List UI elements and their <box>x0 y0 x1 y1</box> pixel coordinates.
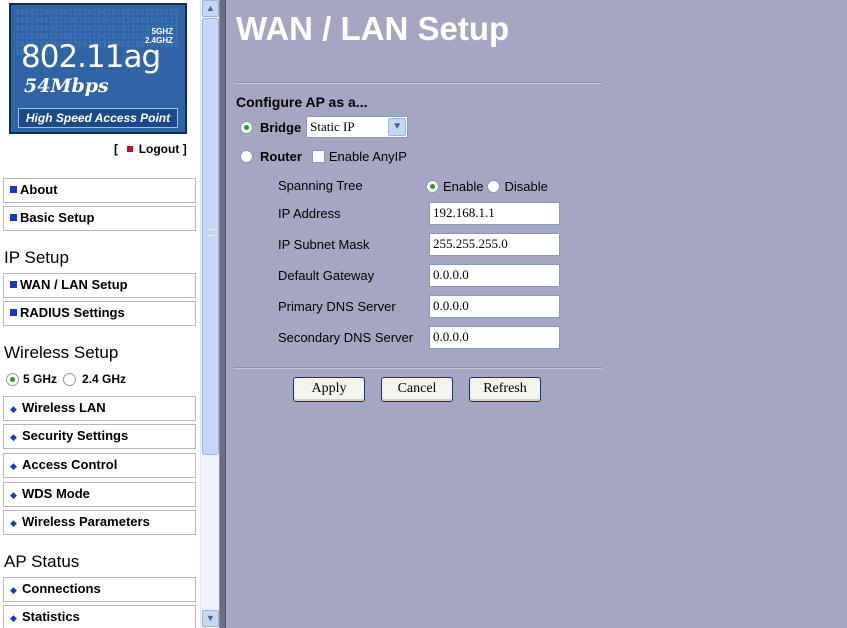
scroll-down-icon[interactable]: ▼ <box>202 610 219 627</box>
default-gateway-input[interactable]: 0.0.0.0 <box>429 264 560 287</box>
scrollbar-thumb[interactable] <box>202 18 219 455</box>
bridge-row: Bridge Static IP ▼ <box>240 116 409 138</box>
page-title: WAN / LAN Setup <box>236 10 510 47</box>
nav-connections-label: Connections <box>22 581 101 596</box>
mode-bridge-label: Bridge <box>260 119 302 135</box>
section-ap-status: AP Status <box>4 552 80 571</box>
router-row: Router Enable AnyIP <box>240 149 407 164</box>
wireless-wave-icon: ◆ <box>10 585 17 595</box>
nav-wds-mode[interactable]: ◆ WDS Mode <box>3 482 196 507</box>
nav-connections[interactable]: ◆ Connections <box>3 577 196 602</box>
nav-basic-setup[interactable]: Basic Setup <box>3 206 196 231</box>
spanning-tree-options: Enable Disable <box>426 179 548 194</box>
bridge-ip-mode-select[interactable]: Static IP ▼ <box>306 116 409 138</box>
subnet-mask-label: IP Subnet Mask <box>278 237 370 252</box>
product-logo: 0100110001011010100101001011010110010100… <box>9 3 187 134</box>
enable-anyip-checkbox[interactable] <box>311 150 325 163</box>
section-ip-setup: IP Setup <box>4 248 69 267</box>
nav-about-label: About <box>20 182 58 197</box>
ip-address-label: IP Address <box>278 206 341 221</box>
default-gateway-label: Default Gateway <box>278 268 375 283</box>
main-content: WAN / LAN Setup Configure AP as a... Bri… <box>226 0 847 628</box>
wireless-wave-icon: ◆ <box>10 613 17 623</box>
chevron-down-icon: ▼ <box>388 118 407 136</box>
divider-top <box>234 82 602 84</box>
enable-anyip-label: Enable AnyIP <box>328 149 407 164</box>
spanning-disable-radio[interactable] <box>487 180 501 193</box>
section-wireless-setup: Wireless Setup <box>4 343 119 362</box>
mode-router-radio[interactable] <box>240 150 253 163</box>
mode-bridge-radio[interactable] <box>240 120 253 134</box>
scroll-up-icon[interactable]: ▲ <box>202 0 219 17</box>
wireless-wave-icon: ◆ <box>10 404 17 414</box>
secondary-dns-label: Secondary DNS Server <box>278 330 414 345</box>
logo-speed: 54Mbps <box>24 75 109 97</box>
nav-wireless-lan[interactable]: ◆ Wireless LAN <box>3 396 196 421</box>
wireless-wave-icon: ◆ <box>10 432 17 442</box>
band-24ghz-label: 2.4 GHz <box>82 372 127 386</box>
nav-wan-lan-setup-label: WAN / LAN Setup <box>20 277 128 292</box>
nav-statistics[interactable]: ◆ Statistics <box>3 605 196 628</box>
nav-security-settings[interactable]: ◆ Security Settings <box>3 424 196 449</box>
wireless-wave-icon: ◆ <box>10 461 17 471</box>
secondary-dns-input[interactable]: 0.0.0.0 <box>429 326 560 349</box>
nav-radius-settings-label: RADIUS Settings <box>20 305 125 320</box>
nav-access-control-label: Access Control <box>22 457 118 472</box>
spanning-tree-label: Spanning Tree <box>278 178 363 193</box>
refresh-button[interactable]: Refresh <box>469 377 541 402</box>
apply-button[interactable]: Apply <box>293 377 365 402</box>
nav-basic-setup-label: Basic Setup <box>20 210 95 225</box>
divider-bottom <box>234 367 602 369</box>
subnet-mask-input[interactable]: 255.255.255.0 <box>429 233 560 256</box>
nav-statistics-label: Statistics <box>22 609 80 624</box>
logo-model: 802.11ag <box>21 39 161 75</box>
band-24ghz-radio[interactable] <box>63 372 77 386</box>
band-5ghz-label: 5 GHz <box>23 372 58 386</box>
sidebar-scrollbar[interactable]: ▲ ▼ <box>200 0 219 628</box>
square-bullet-icon <box>10 281 17 288</box>
nav-about[interactable]: About <box>3 178 196 203</box>
nav-wan-lan-setup[interactable]: WAN / LAN Setup <box>3 273 196 298</box>
ip-address-input[interactable]: 192.168.1.1 <box>429 202 560 225</box>
nav-radius-settings[interactable]: RADIUS Settings <box>3 301 196 326</box>
nav-wireless-parameters-label: Wireless Parameters <box>22 514 150 529</box>
sidebar: 0100110001011010100101001011010110010100… <box>0 0 200 628</box>
logo-subtitle: High Speed Access Point <box>18 108 178 128</box>
logout-link[interactable]: [ Logout ] <box>114 142 187 156</box>
primary-dns-label: Primary DNS Server <box>278 299 396 314</box>
logout-bracket-close: ] <box>182 142 187 156</box>
primary-dns-input[interactable]: 0.0.0.0 <box>429 295 560 318</box>
nav-wireless-parameters[interactable]: ◆ Wireless Parameters <box>3 510 196 535</box>
spanning-enable-label: Enable <box>443 179 484 194</box>
spanning-disable-label: Disable <box>504 179 548 194</box>
config-title: Configure AP as a... <box>236 94 368 110</box>
cancel-button[interactable]: Cancel <box>381 377 453 402</box>
logout-marker-icon <box>127 146 134 152</box>
nav-wds-mode-label: WDS Mode <box>22 486 90 501</box>
spanning-enable-radio[interactable] <box>426 180 439 193</box>
wireless-wave-icon: ◆ <box>10 518 17 528</box>
mode-router-label: Router <box>260 149 302 164</box>
logout-label: Logout <box>138 142 180 156</box>
square-bullet-icon <box>10 186 17 193</box>
square-bullet-icon <box>10 309 17 316</box>
logout-bracket-open: [ <box>114 142 118 156</box>
band-5ghz-radio[interactable] <box>6 372 19 386</box>
bridge-ip-mode-value: Static IP <box>310 119 355 134</box>
scroll-grip-icon <box>208 229 214 236</box>
nav-wireless-lan-label: Wireless LAN <box>22 400 106 415</box>
nav-access-control[interactable]: ◆ Access Control <box>3 453 196 478</box>
square-bullet-icon <box>10 214 17 221</box>
wireless-wave-icon: ◆ <box>10 490 17 500</box>
logo-band-5ghz: 5GHZ <box>151 27 173 36</box>
nav-security-settings-label: Security Settings <box>22 428 129 443</box>
band-selector: 5 GHz 2.4 GHz <box>6 372 126 386</box>
frame-divider[interactable] <box>219 0 226 628</box>
